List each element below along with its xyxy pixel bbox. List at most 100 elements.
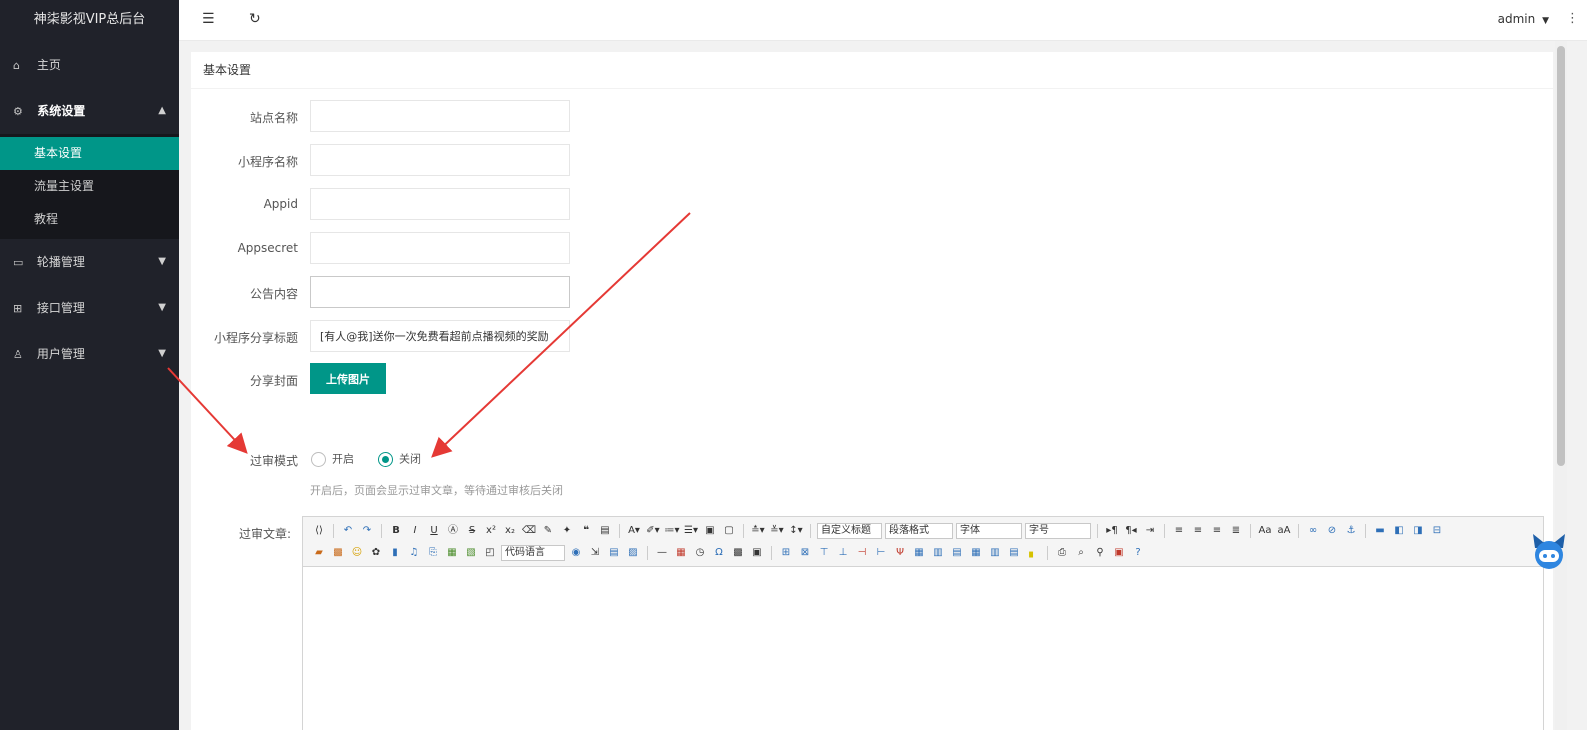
subscript-icon[interactable]: x₂	[502, 523, 518, 539]
sidebar-item-api[interactable]: ⊞ 接口管理 ▼	[0, 285, 179, 331]
sidebar-item-carousel[interactable]: ▭ 轮播管理 ▼	[0, 239, 179, 285]
insert-paragraph-before-table-icon[interactable]: ⊤	[816, 545, 832, 561]
insert-table-icon[interactable]: ⊞	[778, 545, 794, 561]
unordered-list-icon[interactable]: ☰▾	[683, 523, 699, 539]
collapse-menu-icon[interactable]: ☰	[202, 11, 215, 27]
ltr-icon[interactable]: ▸¶	[1104, 523, 1120, 539]
search-replace-icon[interactable]: ⚲	[1092, 545, 1108, 561]
undo-icon[interactable]: ↶	[340, 523, 356, 539]
review-mode-on-radio[interactable]: 开启	[311, 449, 354, 469]
insert-frame-icon[interactable]: ◰	[482, 545, 498, 561]
sidebar-item-ad-settings[interactable]: 流量主设置	[0, 170, 179, 203]
unlink-icon[interactable]: ⊘	[1324, 523, 1340, 539]
share-title-input[interactable]	[310, 320, 570, 352]
lowercase-icon[interactable]: aA	[1276, 523, 1292, 539]
map-icon[interactable]: ▦	[444, 545, 460, 561]
sidebar-item-basic-settings[interactable]: 基本设置	[0, 137, 179, 170]
font-family-select[interactable]: 字体	[956, 523, 1022, 539]
split-cols-icon[interactable]: ▤	[1006, 545, 1022, 561]
page-scrollbar-thumb[interactable]	[1557, 46, 1565, 466]
print-icon[interactable]: ⎙	[1054, 545, 1070, 561]
redo-icon[interactable]: ↷	[359, 523, 375, 539]
mini-program-name-input[interactable]	[310, 144, 570, 176]
web-app-icon[interactable]: ◉	[568, 545, 584, 561]
delete-col-icon[interactable]: Ψ	[892, 545, 908, 561]
align-left-icon[interactable]: ≡	[1171, 523, 1187, 539]
wordimage-icon[interactable]: ▩	[730, 545, 746, 561]
blockquote-icon[interactable]: ❝	[578, 523, 594, 539]
paste-plain-icon[interactable]: ▤	[597, 523, 613, 539]
appid-input[interactable]	[310, 188, 570, 220]
split-rows-icon[interactable]: ▥	[987, 545, 1003, 561]
superscript-icon[interactable]: x²	[483, 523, 499, 539]
custom-title-select[interactable]: 自定义标题	[817, 523, 882, 539]
user-menu[interactable]: admin ▼	[1498, 12, 1549, 26]
insert-row-icon[interactable]: ⊥	[835, 545, 851, 561]
simple-upload-icon[interactable]: ▰	[311, 545, 327, 561]
date-icon[interactable]: ▦	[673, 545, 689, 561]
image-left-icon[interactable]: ◧	[1391, 523, 1407, 539]
snapscreen-icon[interactable]: ▣	[749, 545, 765, 561]
font-size-select[interactable]: 字号	[1025, 523, 1091, 539]
refresh-icon[interactable]: ↻	[249, 11, 261, 27]
format-brush-icon[interactable]: ✎	[540, 523, 556, 539]
bold-icon[interactable]: B	[388, 523, 404, 539]
row-spacing-bottom-icon[interactable]: ≚▾	[769, 523, 785, 539]
paragraph-format-select[interactable]: 段落格式	[885, 523, 953, 539]
review-mode-off-radio[interactable]: 关闭	[378, 449, 421, 469]
font-color-icon[interactable]: A▾	[626, 523, 642, 539]
upload-image-button[interactable]: 上传图片	[310, 363, 386, 394]
strikethrough-icon[interactable]: S	[464, 523, 480, 539]
merge-cells-icon[interactable]: ▦	[911, 545, 927, 561]
preview-icon[interactable]: ⌕	[1073, 545, 1089, 561]
image-right-icon[interactable]: ◨	[1410, 523, 1426, 539]
attachment-icon[interactable]: ⎘	[425, 545, 441, 561]
sidebar-item-users[interactable]: ♙ 用户管理 ▼	[0, 331, 179, 377]
uppercase-icon[interactable]: Aa	[1257, 523, 1273, 539]
line-height-icon[interactable]: ↕▾	[788, 523, 804, 539]
code-language-select[interactable]: 代码语言	[501, 545, 565, 561]
delete-row-icon[interactable]: ⊣	[854, 545, 870, 561]
merge-down-icon[interactable]: ▤	[949, 545, 965, 561]
eraser-icon[interactable]: ⌫	[521, 523, 537, 539]
floating-assistant-icon[interactable]	[1527, 528, 1571, 572]
horizontal-rule-icon[interactable]: —	[654, 545, 670, 561]
scrawl-icon[interactable]: ✿	[368, 545, 384, 561]
auto-format-icon[interactable]: ✦	[559, 523, 575, 539]
gmap-icon[interactable]: ▧	[463, 545, 479, 561]
align-center-icon[interactable]: ≡	[1190, 523, 1206, 539]
italic-icon[interactable]: I	[407, 523, 423, 539]
special-char-icon[interactable]: Ω	[711, 545, 727, 561]
image-center-icon[interactable]: ⊟	[1429, 523, 1445, 539]
delete-table-icon[interactable]: ⊠	[797, 545, 813, 561]
insert-image-icon[interactable]: ▩	[330, 545, 346, 561]
sidebar-item-system-settings[interactable]: ⚙ 系统设置 ▲	[0, 88, 179, 134]
source-code-icon[interactable]: ⟨⟩	[311, 523, 327, 539]
drafts-icon[interactable]: ▣	[1111, 545, 1127, 561]
ordered-list-icon[interactable]: ≔▾	[664, 523, 680, 539]
help-icon[interactable]: ?	[1130, 545, 1146, 561]
align-justify-icon[interactable]: ≣	[1228, 523, 1244, 539]
row-spacing-top-icon[interactable]: ≛▾	[750, 523, 766, 539]
merge-right-icon[interactable]: ▥	[930, 545, 946, 561]
site-name-input[interactable]	[310, 100, 570, 132]
anchor-icon[interactable]: ⚓	[1343, 523, 1359, 539]
insert-music-icon[interactable]: ♫	[406, 545, 422, 561]
time-icon[interactable]: ◷	[692, 545, 708, 561]
background-color-icon[interactable]: ✐▾	[645, 523, 661, 539]
page-break-icon[interactable]: ⇲	[587, 545, 603, 561]
chart-icon[interactable]: ▖	[1025, 545, 1041, 561]
align-right-icon[interactable]: ≡	[1209, 523, 1225, 539]
select-all-icon[interactable]: ▣	[702, 523, 718, 539]
template-icon[interactable]: ▤	[606, 545, 622, 561]
image-none-icon[interactable]: ▬	[1372, 523, 1388, 539]
rtl-icon[interactable]: ¶◂	[1123, 523, 1139, 539]
link-icon[interactable]: ∞	[1305, 523, 1321, 539]
editor-content-area[interactable]	[303, 567, 1543, 730]
insert-col-icon[interactable]: ⊢	[873, 545, 889, 561]
emotion-icon[interactable]: ☺	[349, 545, 365, 561]
font-border-icon[interactable]: Ⓐ	[445, 523, 461, 539]
notice-input[interactable]	[310, 276, 570, 308]
sidebar-item-home[interactable]: ⌂ 主页	[0, 42, 179, 88]
appsecret-input[interactable]	[310, 232, 570, 264]
